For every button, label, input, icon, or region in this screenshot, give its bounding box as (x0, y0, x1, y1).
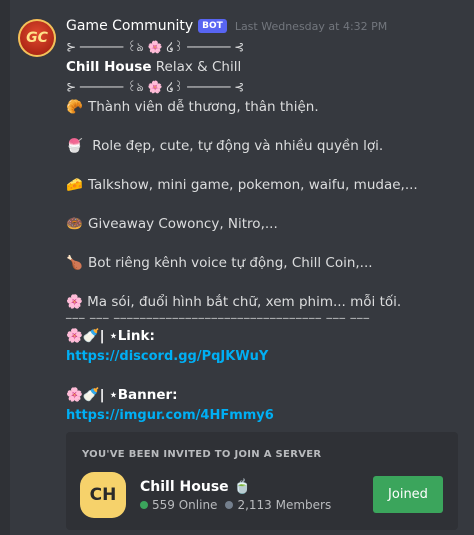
underline-divider: ___ ___ ________________________________… (66, 306, 370, 319)
invite-title: YOU'VE BEEN INVITED TO JOIN A SERVER (82, 449, 322, 460)
divider-top: ⊱ ────── ꒰ঌ 🌸 ໒꒱ ────── ⊰ (66, 40, 245, 54)
username[interactable]: Game Community (66, 18, 193, 34)
link-line: https://discord.gg/PqJKWuY (66, 346, 466, 367)
bot-avatar[interactable]: GC (18, 19, 56, 57)
server-title: Chill House (66, 59, 152, 75)
avatar-text: GC (26, 30, 48, 46)
server-title-line: Chill House Relax & Chill (66, 57, 466, 77)
croissant-icon: 🥐 (66, 99, 83, 115)
banner-link[interactable]: https://imgur.com/4HFmmy6 (66, 408, 274, 423)
feature-text: Bot riêng kênh voice tự động, Chill Coin… (88, 255, 373, 271)
drumstick-icon: 🍗 (66, 255, 83, 271)
feature-text: Giveaway Cowoncy, Nitro,... (88, 216, 278, 232)
cheese-icon: 🧀 (66, 177, 83, 193)
shaved-ice-icon: 🍧 (66, 138, 83, 154)
feature-text: Thành viên dễ thương, thân thiện. (88, 99, 319, 115)
feature-line: 🍗 Bot riêng kênh voice tự động, Chill Coi… (66, 253, 466, 273)
feature-text: Talkshow, mini game, pokemon, waifu, mud… (88, 177, 418, 193)
member-count: 2,113 Members (237, 498, 332, 512)
members-dot-icon (225, 501, 234, 509)
discord-invite-link[interactable]: https://discord.gg/PqJKWuY (66, 349, 268, 364)
message-timestamp[interactable]: Last Wednesday at 4:32 PM (235, 20, 387, 33)
feature-line: 🍩 Giveaway Cowoncy, Nitro,... (66, 214, 466, 234)
feature-text: Role đẹp, cute, tự động và nhiều quyền l… (88, 138, 384, 154)
server-subtitle: Relax & Chill (151, 59, 242, 75)
server-invite-card: YOU'VE BEEN INVITED TO JOIN A SERVER CH … (66, 432, 458, 530)
server-name[interactable]: Chill House 🍵 (140, 479, 251, 495)
server-stats: 559 Online 2,113 Members (140, 498, 331, 512)
channel-edge (0, 0, 10, 535)
server-icon-text: CH (89, 485, 117, 505)
server-icon[interactable]: CH (80, 472, 126, 518)
banner-label: 🌸🍼| ⋆Banner: (66, 387, 178, 403)
joined-button[interactable]: Joined (373, 476, 443, 513)
online-dot-icon (140, 501, 148, 509)
online-count: 559 Online (152, 498, 218, 512)
feature-line: 🥐 Thành viên dễ thương, thân thiện. (66, 97, 466, 117)
banner-line: https://imgur.com/4HFmmy6 (66, 405, 466, 426)
bot-badge: BOT (198, 19, 227, 33)
divider-bottom: ⊱ ────── ꒰ঌ 🌸 ໒꒱ ────── ⊰ (66, 80, 245, 94)
link-label: 🌸🍼| ⋆Link: (66, 328, 155, 344)
feature-line: 🧀 Talkshow, mini game, pokemon, waifu, mu… (66, 175, 466, 195)
message-header: Game Community BOT Last Wednesday at 4:3… (66, 15, 466, 37)
donut-icon: 🍩 (66, 216, 83, 232)
feature-line: 🍧 Role đẹp, cute, tự động và nhiều quyền… (66, 136, 466, 156)
message: Game Community BOT Last Wednesday at 4:3… (66, 15, 466, 426)
